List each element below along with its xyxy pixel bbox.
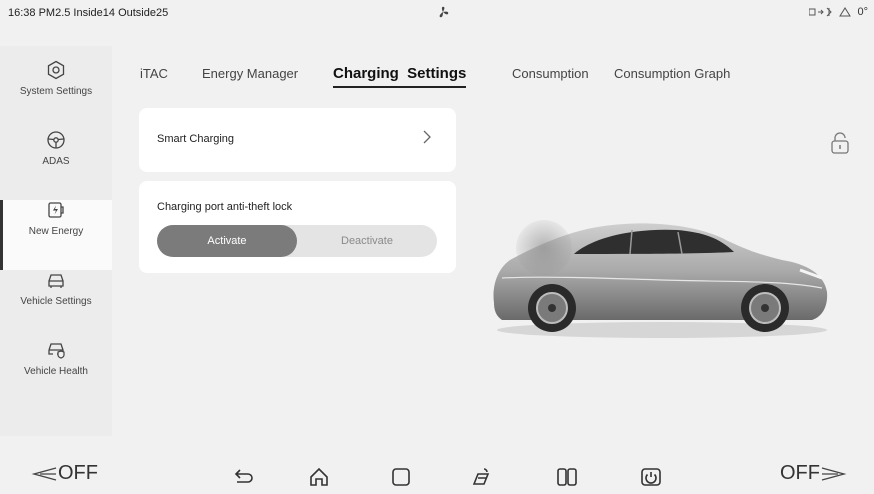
tab-consumption-graph[interactable]: Consumption Graph <box>614 66 730 81</box>
active-tab-underline <box>333 86 467 88</box>
status-text: 16:38 PM2.5 Inside14 Outside25 <box>8 7 169 19</box>
tab-charging-settings[interactable]: Charging Settings <box>333 65 467 88</box>
smart-charging-label: Smart Charging <box>157 133 235 145</box>
status-icons: 0° <box>809 6 868 18</box>
anti-theft-lock-label: Charging port anti-theft lock <box>157 201 293 213</box>
recent-apps-icon[interactable] <box>390 466 412 488</box>
fan-left-arrow-icon <box>31 466 57 481</box>
sidebar-item-label: Vehicle Health <box>24 366 88 377</box>
tab-itac[interactable]: iTAC <box>140 66 168 81</box>
charging-port-lock-icon[interactable] <box>830 131 850 155</box>
car-outline-icon <box>48 274 64 288</box>
sidebar-item-label: New Energy <box>28 226 84 237</box>
sidebar: System Settings ADAS New Energy Vehicle … <box>0 46 112 436</box>
fan-status-icon <box>439 6 449 18</box>
home-icon[interactable] <box>308 466 330 488</box>
anti-theft-lock-toggle: Activate Deactivate <box>157 225 437 257</box>
signal-icon <box>809 7 833 17</box>
smart-charging-row[interactable]: Smart Charging <box>139 108 456 172</box>
steering-wheel-icon <box>47 131 65 149</box>
bottom-bar: OFF OFF <box>0 450 874 494</box>
activate-option[interactable]: Activate <box>157 225 297 257</box>
tab-label: Charging Settings <box>333 65 467 82</box>
sidebar-item-label: ADAS <box>42 156 70 167</box>
fan-left-status: OFF <box>58 462 98 484</box>
tab-energy-manager[interactable]: Energy Manager <box>202 66 298 81</box>
battery-bolt-icon <box>48 202 64 218</box>
car-camera-icon[interactable] <box>470 466 492 488</box>
anti-theft-lock-card: Charging port anti-theft lock Activate D… <box>139 181 456 273</box>
car-image <box>493 220 828 338</box>
chevron-right-icon <box>423 130 431 144</box>
sidebar-item-vehicle-settings[interactable]: Vehicle Settings <box>0 270 112 340</box>
status-bar: 16:38 PM2.5 Inside14 Outside25 0° <box>0 0 874 26</box>
sidebar-item-vehicle-health[interactable]: Vehicle Health <box>0 340 112 410</box>
settings-hexagon-icon <box>47 60 65 80</box>
sidebar-item-new-energy[interactable]: New Energy <box>0 200 112 270</box>
split-screen-icon[interactable] <box>556 466 578 488</box>
tab-consumption[interactable]: Consumption <box>512 66 589 81</box>
sidebar-item-label: Vehicle Settings <box>20 296 92 307</box>
fan-speed-right-control[interactable]: OFF <box>780 462 848 485</box>
back-icon[interactable] <box>232 466 254 488</box>
fan-right-status: OFF <box>780 462 820 484</box>
temperature-text: 0° <box>857 6 868 18</box>
sidebar-item-adas[interactable]: ADAS <box>0 130 112 200</box>
fan-speed-left-control[interactable]: OFF <box>30 462 98 485</box>
fan-right-arrow-icon <box>821 466 847 481</box>
power-icon[interactable] <box>640 466 662 488</box>
car-shield-icon <box>48 343 65 359</box>
sidebar-item-system-settings[interactable]: System Settings <box>0 60 112 130</box>
sidebar-item-label: System Settings <box>19 86 93 97</box>
deactivate-option[interactable]: Deactivate <box>297 225 437 257</box>
temperature-icon <box>839 7 852 17</box>
